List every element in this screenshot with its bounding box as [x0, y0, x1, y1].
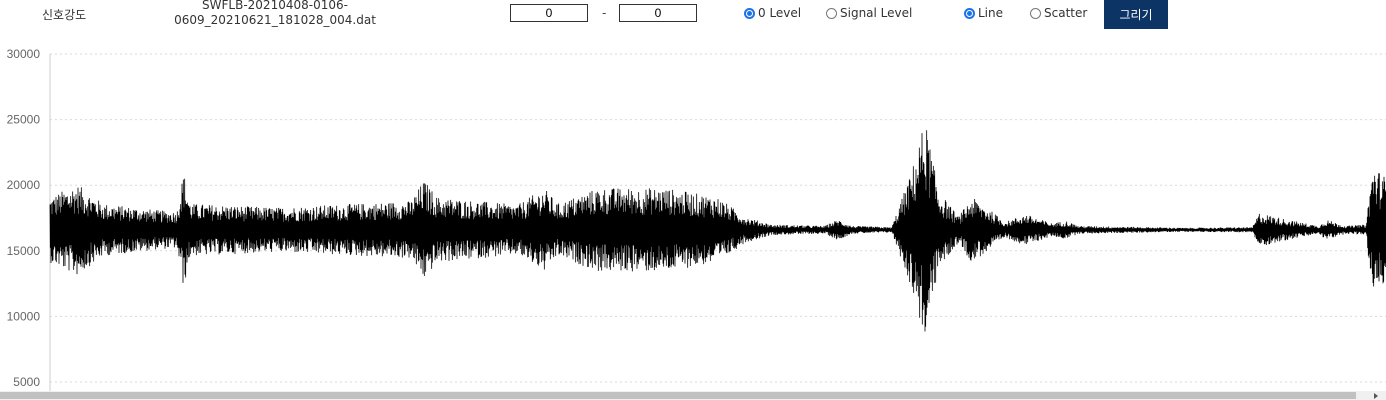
scrollbar-thumb[interactable]	[0, 392, 1356, 399]
radio-unchecked-icon[interactable]	[1030, 7, 1041, 19]
radio-checked-icon[interactable]	[744, 7, 755, 19]
signal-series-line	[49, 130, 1386, 332]
signal-strength-label: 신호강도	[42, 8, 87, 22]
y-tick-label: 20000	[7, 178, 41, 192]
y-tick-label: 25000	[7, 113, 41, 127]
signal-level-label: Signal Level	[840, 6, 913, 20]
file-name: SWFLB-20210408-0106- 0609_20210621_18102…	[150, 0, 400, 28]
signal-chart: 30000 25000 20000 15000 10000 5000	[7, 47, 1386, 391]
file-name-line2: 0609_20210621_181028_004.dat	[174, 13, 376, 27]
y-tick-label: 15000	[7, 244, 41, 258]
y-tick-label: 10000	[7, 309, 41, 323]
zero-level-radio[interactable]: 0 Level	[744, 6, 801, 20]
line-label: Line	[978, 6, 1004, 20]
file-name-line1: SWFLB-20210408-0106-	[202, 0, 348, 12]
signal-level-radio[interactable]: Signal Level	[826, 6, 912, 20]
y-tick-label: 30000	[7, 47, 41, 61]
range-separator: -	[602, 6, 607, 20]
scroll-right-arrow-icon[interactable]	[1374, 393, 1378, 399]
scatter-label: Scatter	[1044, 6, 1088, 20]
line-radio[interactable]: Line	[964, 6, 1003, 20]
range-to-input[interactable]	[619, 4, 697, 22]
radio-checked-icon[interactable]	[964, 7, 975, 19]
y-tick-label: 5000	[13, 375, 40, 389]
draw-button[interactable]: 그리기	[1104, 0, 1168, 29]
scatter-radio[interactable]: Scatter	[1030, 6, 1087, 20]
range-from-input[interactable]	[510, 4, 588, 22]
zero-level-label: 0 Level	[758, 6, 802, 20]
radio-unchecked-icon[interactable]	[826, 7, 837, 19]
